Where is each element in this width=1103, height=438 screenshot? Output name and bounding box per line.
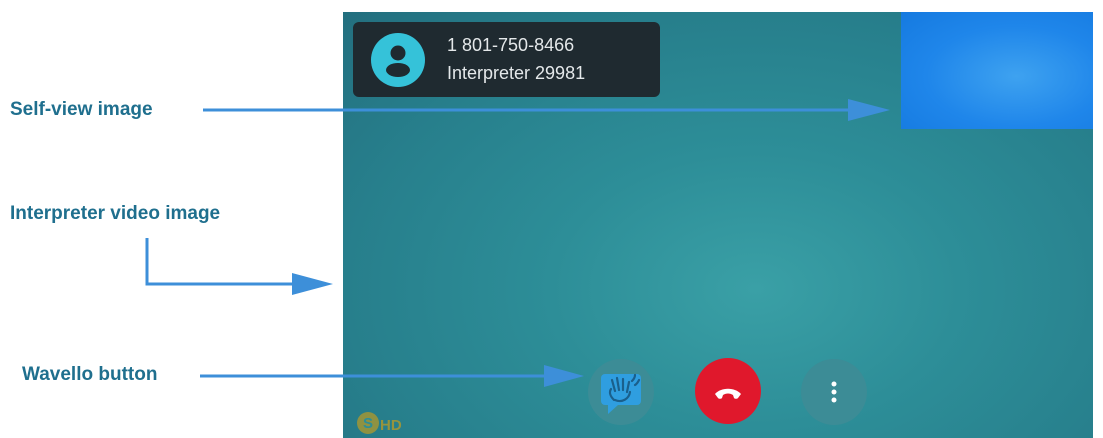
interpreter-arrow-line <box>145 238 300 286</box>
interpreter-arrow-head <box>292 273 333 295</box>
wavello-arrow-head <box>544 365 584 387</box>
self-view-arrow-head <box>848 99 890 121</box>
annotation-arrows <box>145 99 890 387</box>
